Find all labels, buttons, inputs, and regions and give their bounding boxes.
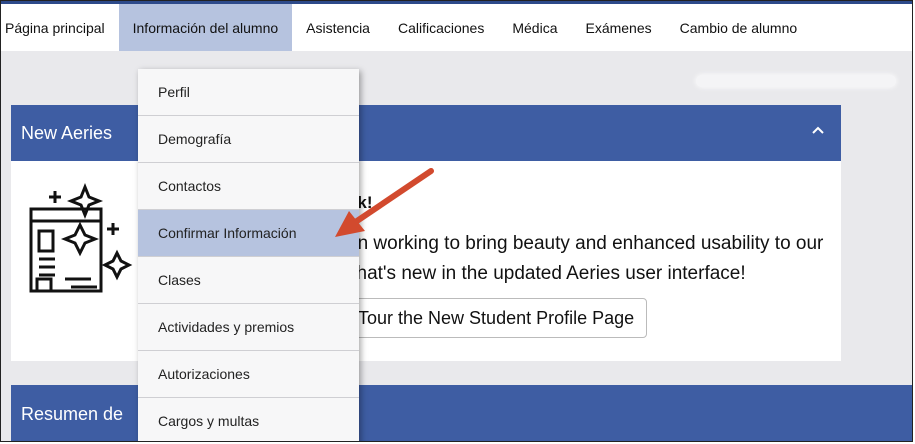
chevron-up-icon[interactable] bbox=[809, 122, 827, 140]
nav-attendance[interactable]: Asistencia bbox=[292, 4, 384, 51]
card-new-aeries-header[interactable]: New Aeries bbox=[11, 105, 841, 161]
tour-profile-button[interactable]: Tour the New Student Profile Page bbox=[337, 298, 648, 338]
card-title: New Aeries bbox=[21, 122, 113, 143]
nav-change-student[interactable]: Cambio de alumno bbox=[666, 4, 812, 51]
nav-grades[interactable]: Calificaciones bbox=[384, 4, 498, 51]
welcome-text-line2: vhat's new in the updated Aeries user in… bbox=[347, 263, 746, 284]
menu-item-demographics[interactable]: Demografía bbox=[138, 116, 359, 163]
nav-student-info[interactable]: Información del alumno bbox=[118, 4, 293, 51]
app-window: Página principal Información del alumno … bbox=[0, 0, 913, 442]
annotation-arrow-icon bbox=[335, 168, 434, 237]
nav-medical[interactable]: Médica bbox=[498, 4, 571, 51]
nav-tests[interactable]: Exámenes bbox=[571, 4, 665, 51]
menu-item-authorizations[interactable]: Autorizaciones bbox=[138, 351, 359, 398]
top-nav: Página principal Información del alumno … bbox=[1, 1, 912, 51]
menu-item-profile[interactable]: Perfil bbox=[138, 69, 359, 116]
search-input[interactable] bbox=[696, 75, 896, 87]
card-title: Resumen de bbox=[21, 403, 124, 424]
nav-home[interactable]: Página principal bbox=[1, 4, 119, 51]
ui-design-icon bbox=[29, 182, 133, 293]
menu-item-activities[interactable]: Actividades y premios bbox=[138, 304, 359, 351]
menu-item-fees[interactable]: Cargos y multas bbox=[138, 398, 359, 441]
student-info-dropdown: Perfil Demografía Contactos Confirmar In… bbox=[138, 69, 359, 441]
menu-item-classes[interactable]: Clases bbox=[138, 257, 359, 304]
